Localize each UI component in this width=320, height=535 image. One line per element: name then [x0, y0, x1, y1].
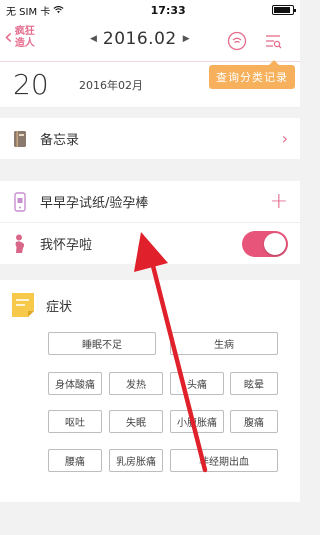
symptoms-header: 症状	[0, 290, 300, 320]
section-gap	[0, 159, 300, 181]
chevron-right-icon: ›	[281, 129, 288, 148]
prev-month-button[interactable]: ◀	[90, 34, 97, 44]
symptom-tag[interactable]: 小腹胀痛	[170, 410, 224, 433]
symptom-tag[interactable]: 发热	[109, 372, 163, 395]
day-number: 20	[13, 68, 49, 101]
pregnancy-test-label: 早早孕试纸/验孕棒	[40, 196, 149, 211]
symptom-tag[interactable]: 非经期出血	[170, 449, 278, 472]
sticky-note-icon	[12, 293, 34, 317]
filter-button[interactable]	[262, 30, 284, 52]
query-records-tooltip[interactable]: 查询分类记录	[209, 60, 295, 89]
status-time: 17:33	[150, 3, 186, 17]
pregnancy-test-row[interactable]: 早早孕试纸/验孕棒 +	[0, 181, 300, 222]
symptom-tags: 睡眠不足 生病 身体酸痛 发热 头痛 眩晕 呕吐 失眠 小腹胀痛 腹痛 腰痛 乳…	[0, 320, 300, 500]
next-month-button[interactable]: ▶	[183, 34, 190, 44]
pregnant-label: 我怀孕啦	[40, 238, 93, 253]
app-brand: 疯狂 造人	[14, 26, 35, 49]
book-icon	[12, 129, 28, 149]
status-bar: 无 SIM 卡 17:33	[0, 0, 300, 20]
reminder-button[interactable]	[226, 30, 248, 52]
filter-list-icon	[266, 35, 282, 49]
navbar: ‹ 疯狂 造人 ◀ 2016.02 ▶	[0, 20, 300, 62]
status-right	[272, 5, 296, 15]
memo-row[interactable]: 备忘录 ›	[0, 118, 300, 159]
pregnant-woman-icon	[12, 234, 28, 254]
memo-label: 备忘录	[40, 133, 80, 148]
symptom-tag[interactable]: 眩晕	[230, 372, 278, 395]
symptom-tag[interactable]: 睡眠不足	[48, 332, 156, 355]
back-button[interactable]: ‹ 疯狂 造人	[4, 26, 37, 50]
phone-test-icon	[12, 191, 28, 212]
symptom-tag[interactable]: 生病	[170, 332, 278, 355]
signal-circle-icon	[227, 31, 247, 51]
status-left: 无 SIM 卡	[6, 3, 64, 18]
battery-level	[274, 7, 291, 13]
current-month: 2016.02	[102, 29, 177, 49]
month-switcher: ◀ 2016.02 ▶	[90, 29, 190, 49]
section-gap	[0, 264, 300, 280]
pregnant-toggle[interactable]	[242, 230, 288, 257]
symptom-tag[interactable]: 身体酸痛	[48, 372, 102, 395]
symptom-tag[interactable]: 头痛	[170, 372, 224, 395]
symptom-tag[interactable]: 乳房胀痛	[109, 449, 163, 472]
carrier-label: 无 SIM 卡	[6, 6, 51, 18]
symptoms-title: 症状	[46, 299, 73, 315]
symptom-tag[interactable]: 腰痛	[48, 449, 102, 472]
chevron-left-icon: ‹	[4, 25, 13, 50]
section-gap	[0, 108, 300, 118]
year-month-label: 2016年02月	[79, 78, 143, 92]
wifi-icon	[53, 6, 64, 14]
add-icon[interactable]: +	[270, 189, 288, 214]
symptom-tag[interactable]: 失眠	[109, 410, 163, 433]
symptoms-section: 症状 睡眠不足 生病 身体酸痛 发热 头痛 眩晕 呕吐 失眠 小腹胀痛 腹痛 腰…	[0, 280, 300, 502]
pregnant-row: 我怀孕啦	[0, 223, 300, 264]
bottom-gap	[0, 508, 300, 535]
battery-icon	[272, 5, 296, 15]
toggle-knob	[264, 232, 286, 255]
symptom-tag[interactable]: 腹痛	[230, 410, 278, 433]
symptom-tag[interactable]: 呕吐	[48, 410, 102, 433]
